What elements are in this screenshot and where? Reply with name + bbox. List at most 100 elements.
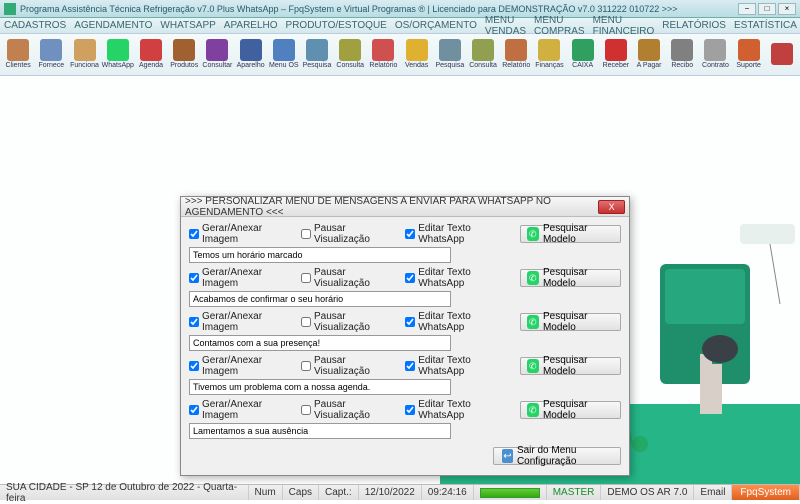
menu-whatsapp[interactable]: WHATSAPP	[160, 20, 215, 31]
status-date: 12/10/2022	[359, 485, 422, 500]
toolbar-clientes[interactable]: Clientes	[2, 35, 34, 75]
menu-menufinanceiro[interactable]: MENU FINANCEIRO	[593, 15, 655, 37]
cb-pausar-0[interactable]: Pausar Visualização	[301, 223, 395, 245]
cb-editar-input-4[interactable]	[405, 405, 415, 415]
cb-pausar-input-4[interactable]	[301, 405, 311, 415]
toolbar-label: Consultar	[202, 62, 232, 70]
toolbar-agenda[interactable]: Agenda	[135, 35, 167, 75]
toolbar-vendas[interactable]: Vendas	[401, 35, 433, 75]
cb-gerar-0[interactable]: Gerar/Anexar Imagem	[189, 223, 291, 245]
menu-relatrios[interactable]: RELATÓRIOS	[662, 20, 726, 31]
dialog-close-button[interactable]: X	[598, 200, 625, 214]
toolbar-fornece[interactable]: Fornece	[35, 35, 67, 75]
pesquisar-modelo-button-1[interactable]: ✆Pesquisar Modelo	[520, 269, 621, 287]
message-input-4[interactable]	[189, 423, 451, 439]
toolbar-icon	[505, 39, 527, 61]
cb-pausar-2[interactable]: Pausar Visualização	[301, 311, 395, 333]
toolbar-icon	[339, 39, 361, 61]
cb-editar-input-2[interactable]	[405, 317, 415, 327]
menu-aparelho[interactable]: APARELHO	[224, 20, 278, 31]
cb-gerar-2[interactable]: Gerar/Anexar Imagem	[189, 311, 291, 333]
toolbar-icon	[538, 39, 560, 61]
cb-gerar-3[interactable]: Gerar/Anexar Imagem	[189, 355, 291, 377]
toolbar-icon	[572, 39, 594, 61]
minimize-button[interactable]: −	[738, 3, 756, 15]
cb-editar-4[interactable]: Editar Texto WhatsApp	[405, 399, 509, 421]
window-titlebar: Programa Assistência Técnica Refrigeraçã…	[0, 0, 800, 18]
pesquisar-modelo-button-2[interactable]: ✆Pesquisar Modelo	[520, 313, 621, 331]
cb-gerar-input-4[interactable]	[189, 405, 199, 415]
toolbar-contrato[interactable]: Contrato	[699, 35, 731, 75]
menu-produtoestoque[interactable]: PRODUTO/ESTOQUE	[286, 20, 387, 31]
toolbar-icon	[140, 39, 162, 61]
cb-pausar-input-0[interactable]	[301, 229, 311, 239]
toolbar-pesquisa[interactable]: Pesquisa	[301, 35, 333, 75]
sair-menu-button[interactable]: ↩Sair do Menu Configuração	[493, 447, 621, 465]
toolbar-finanas[interactable]: Finanças	[533, 35, 565, 75]
cb-gerar-input-3[interactable]	[189, 361, 199, 371]
maximize-button[interactable]: □	[758, 3, 776, 15]
cb-pausar-input-1[interactable]	[301, 273, 311, 283]
close-button[interactable]: ×	[778, 3, 796, 15]
menu-osoramento[interactable]: OS/ORÇAMENTO	[395, 20, 477, 31]
cb-gerar-input-1[interactable]	[189, 273, 199, 283]
toolbar-whatsapp[interactable]: WhatsApp	[102, 35, 134, 75]
pesquisar-modelo-button-0[interactable]: ✆Pesquisar Modelo	[520, 225, 621, 243]
cb-editar-1[interactable]: Editar Texto WhatsApp	[405, 267, 509, 289]
whatsapp-icon: ✆	[527, 227, 539, 241]
cb-editar-2[interactable]: Editar Texto WhatsApp	[405, 311, 509, 333]
cb-editar-input-1[interactable]	[405, 273, 415, 283]
toolbar-relatrio[interactable]: Relatório	[500, 35, 532, 75]
cb-pausar-1[interactable]: Pausar Visualização	[301, 267, 395, 289]
cb-editar-3[interactable]: Editar Texto WhatsApp	[405, 355, 509, 377]
cb-gerar-1[interactable]: Gerar/Anexar Imagem	[189, 267, 291, 289]
toolbar-icon	[306, 39, 328, 61]
cb-editar-input-0[interactable]	[405, 229, 415, 239]
toolbar-consulta[interactable]: Consulta	[467, 35, 499, 75]
toolbar-apagar[interactable]: A Pagar	[633, 35, 665, 75]
pesquisar-modelo-button-4[interactable]: ✆Pesquisar Modelo	[520, 401, 621, 419]
toolbar-label: Produtos	[170, 62, 198, 70]
toolbar-btn[interactable]	[766, 35, 798, 75]
whatsapp-icon: ✆	[527, 271, 539, 285]
menu-estatstica[interactable]: ESTATÍSTICA	[734, 20, 797, 31]
toolbar-suporte[interactable]: Suporte	[733, 35, 765, 75]
whatsapp-config-dialog: >>> PERSONALIZAR MENU DE MENSAGENS A ENV…	[180, 196, 630, 476]
pesquisar-modelo-button-3[interactable]: ✆Pesquisar Modelo	[520, 357, 621, 375]
toolbar-label: WhatsApp	[102, 62, 134, 70]
cb-pausar-4[interactable]: Pausar Visualização	[301, 399, 395, 421]
toolbar-consulta[interactable]: Consulta	[334, 35, 366, 75]
cb-editar-input-3[interactable]	[405, 361, 415, 371]
toolbar-caixa[interactable]: CAIXA	[567, 35, 599, 75]
message-input-1[interactable]	[189, 291, 451, 307]
status-email: Email	[694, 485, 732, 500]
toolbar-consultar[interactable]: Consultar	[201, 35, 233, 75]
menu-cadastros[interactable]: CADASTROS	[4, 20, 66, 31]
cb-pausar-3[interactable]: Pausar Visualização	[301, 355, 395, 377]
toolbar-label: Relatório	[369, 62, 397, 70]
menubar: CADASTROS AGENDAMENTO WHATSAPP APARELHO PROD…	[0, 18, 800, 34]
menu-menucompras[interactable]: MENU COMPRAS	[534, 15, 585, 37]
toolbar-produtos[interactable]: Produtos	[168, 35, 200, 75]
cb-pausar-input-2[interactable]	[301, 317, 311, 327]
cb-gerar-4[interactable]: Gerar/Anexar Imagem	[189, 399, 291, 421]
toolbar-pesquisa[interactable]: Pesquisa	[434, 35, 466, 75]
toolbar-receber[interactable]: Receber	[600, 35, 632, 75]
cb-editar-0[interactable]: Editar Texto WhatsApp	[405, 223, 509, 245]
message-input-2[interactable]	[189, 335, 451, 351]
cb-pausar-input-3[interactable]	[301, 361, 311, 371]
cb-gerar-input-0[interactable]	[189, 229, 199, 239]
toolbar-relatrio[interactable]: Relatório	[367, 35, 399, 75]
toolbar-funciona[interactable]: Funciona	[68, 35, 100, 75]
toolbar-recibo[interactable]: Recibo	[666, 35, 698, 75]
cb-gerar-input-2[interactable]	[189, 317, 199, 327]
toolbar-menuos[interactable]: Menu OS	[268, 35, 300, 75]
message-input-3[interactable]	[189, 379, 451, 395]
menu-menuvendas[interactable]: MENU VENDAS	[485, 15, 526, 37]
message-input-0[interactable]	[189, 247, 451, 263]
toolbar-icon	[74, 39, 96, 61]
menu-agendamento[interactable]: AGENDAMENTO	[74, 20, 152, 31]
toolbar-aparelho[interactable]: Aparelho	[235, 35, 267, 75]
toolbar-icon	[240, 39, 262, 61]
workspace: >>> PERSONALIZAR MENU DE MENSAGENS A ENV…	[0, 76, 800, 484]
